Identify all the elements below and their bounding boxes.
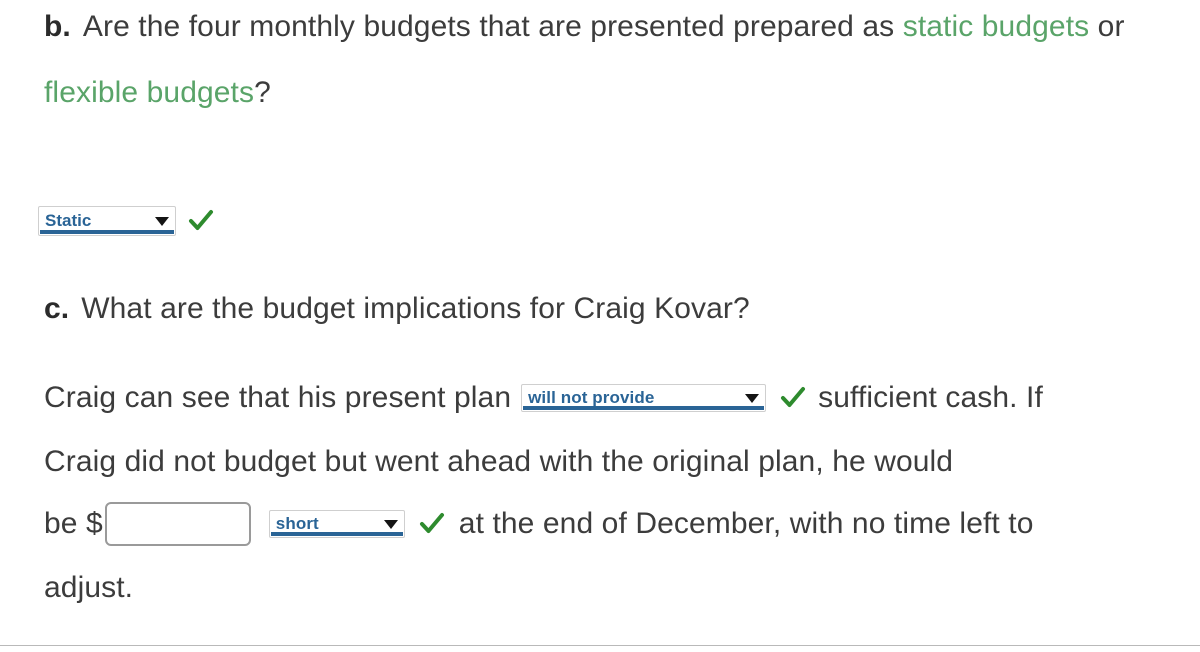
answer-c-line-2: Craig did not budget but went ahead with… [44, 438, 953, 486]
answer-c-text-after-dropdown: sufficient cash. If [818, 381, 1043, 414]
question-c-text: What are the budget implications for Cra… [81, 292, 750, 325]
static-budget-type-dropdown[interactable]: Static [38, 206, 176, 236]
chevron-down-icon [145, 216, 173, 226]
answer-c-line-2-text: Craig did not budget but went ahead with… [44, 445, 954, 478]
green-check-icon [419, 511, 445, 537]
question-b-highlight-static-budgets: static budgets [902, 10, 1090, 43]
chevron-down-icon [735, 393, 763, 403]
answer-b-row: Static [38, 206, 214, 236]
answer-c-line-4: adjust. [44, 564, 133, 612]
answer-c-text-before-dropdown: Craig can see that his present plan [44, 381, 512, 414]
answer-c-line-3-suffix: at the end of December, with no time lef… [458, 507, 1034, 540]
question-b-text-1: Are the four monthly budgets that are pr… [82, 10, 903, 43]
worksheet-page: b. Are the four monthly budgets that are … [0, 0, 1200, 652]
answer-c-line-1: Craig can see that his present plan will… [44, 374, 1043, 422]
answer-c-line-3: be $ short at the end of December, with … [44, 500, 1034, 548]
question-b-text-2: or [1089, 10, 1125, 43]
short-or-over-dropdown[interactable]: short [268, 510, 405, 538]
question-b: b. Are the four monthly budgets that are … [44, 0, 1200, 126]
question-c: c. What are the budget implications for C… [44, 276, 750, 342]
chevron-down-icon [374, 519, 402, 529]
question-c-letter: c. [44, 292, 70, 325]
static-budget-type-dropdown-value: Static [45, 211, 92, 230]
question-b-text-3: ? [254, 76, 271, 109]
green-check-icon [780, 385, 806, 411]
answer-c-line-4-text: adjust. [44, 571, 134, 604]
answer-c-currency-prefix: be $ [44, 507, 103, 540]
shortfall-amount-input[interactable] [104, 502, 251, 546]
question-b-letter: b. [44, 10, 71, 43]
short-or-over-dropdown-value: short [275, 514, 319, 533]
bottom-divider [0, 645, 1200, 646]
cash-sufficiency-dropdown[interactable]: will not provide [521, 384, 767, 412]
green-check-icon [188, 208, 214, 234]
question-b-highlight-flexible-budgets: flexible budgets [44, 76, 255, 109]
cash-sufficiency-dropdown-value: will not provide [528, 388, 655, 407]
